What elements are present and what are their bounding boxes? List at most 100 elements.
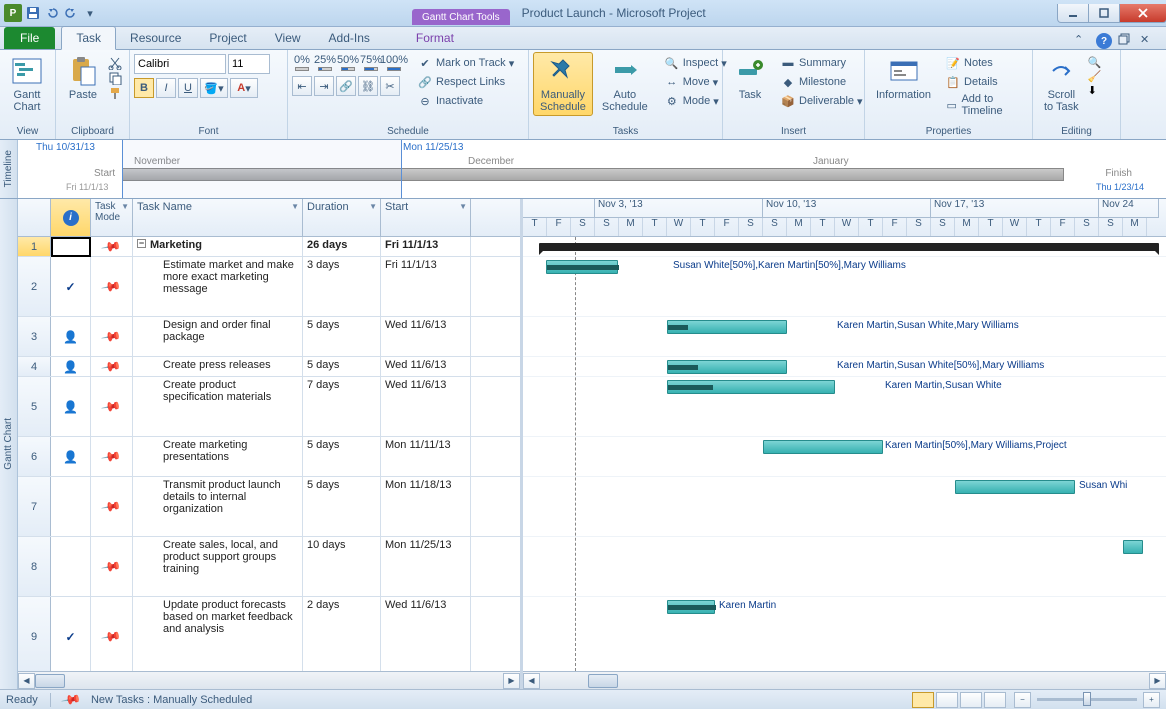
auto-schedule-button[interactable]: Auto Schedule: [595, 52, 655, 116]
fill-icon[interactable]: ⬇: [1088, 84, 1102, 97]
zoom-slider[interactable]: [1037, 698, 1137, 701]
details-button[interactable]: 📋Details: [942, 73, 1028, 91]
duration-cell[interactable]: 2 days: [303, 597, 381, 671]
zoom-out-button[interactable]: −: [1014, 692, 1031, 708]
collapse-icon[interactable]: −: [137, 239, 146, 248]
pct-50-button[interactable]: 50%: [338, 54, 358, 72]
deliverable-button[interactable]: 📦Deliverable ▾: [777, 92, 866, 110]
qat-dropdown-icon[interactable]: ▾: [82, 5, 98, 21]
name-cell[interactable]: Estimate market and make more exact mark…: [133, 257, 303, 316]
duration-cell[interactable]: 5 days: [303, 477, 381, 536]
insert-task-button[interactable]: Task: [727, 52, 773, 104]
close-button[interactable]: [1119, 4, 1166, 23]
minimize-button[interactable]: [1057, 4, 1089, 23]
task-bar[interactable]: [667, 380, 835, 394]
start-cell[interactable]: Wed 11/6/13: [381, 377, 471, 436]
name-column-header[interactable]: Task Name▼: [133, 199, 303, 236]
mark-on-track-button[interactable]: ✔Mark on Track ▾: [414, 54, 517, 72]
app-icon[interactable]: P: [4, 4, 22, 22]
row-number[interactable]: 3: [18, 317, 51, 356]
scroll-right-button[interactable]: ▶: [1149, 673, 1166, 689]
mode-cell[interactable]: 📌: [91, 597, 133, 671]
mode-cell[interactable]: 📌: [91, 357, 133, 376]
maximize-button[interactable]: [1088, 4, 1120, 23]
summary-button[interactable]: ▬Summary: [777, 54, 866, 72]
cut-icon[interactable]: [108, 56, 122, 70]
name-cell[interactable]: Transmit product launch details to inter…: [133, 477, 303, 536]
duration-cell[interactable]: 3 days: [303, 257, 381, 316]
duration-cell[interactable]: 7 days: [303, 377, 381, 436]
undo-icon[interactable]: [44, 5, 60, 21]
view-usage-button[interactable]: [936, 692, 958, 708]
row-number[interactable]: 5: [18, 377, 51, 436]
grid-row[interactable]: 3👤📌Design and order final package5 daysW…: [18, 317, 520, 357]
tab-view[interactable]: View: [261, 27, 315, 49]
timeline-view[interactable]: Thu 10/31/13 Mon 11/25/13 November Decem…: [18, 140, 1166, 198]
zoom-thumb[interactable]: [1083, 692, 1091, 706]
grid-row[interactable]: 7📌Transmit product launch details to int…: [18, 477, 520, 537]
scroll-left-button[interactable]: ◀: [523, 673, 540, 689]
name-cell[interactable]: −Marketing: [133, 237, 303, 256]
task-bar[interactable]: [667, 360, 787, 374]
task-bar[interactable]: [955, 480, 1075, 494]
duration-cell[interactable]: 26 days: [303, 237, 381, 256]
row-number[interactable]: 8: [18, 537, 51, 596]
select-all-cell[interactable]: [18, 199, 51, 236]
start-cell[interactable]: Mon 11/18/13: [381, 477, 471, 536]
grid-row[interactable]: 1📌−Marketing26 daysFri 11/1/13: [18, 237, 520, 257]
manually-schedule-button[interactable]: Manually Schedule: [533, 52, 593, 116]
grid-row[interactable]: 5👤📌Create product specification material…: [18, 377, 520, 437]
paste-button[interactable]: Paste: [60, 52, 106, 104]
mode-cell[interactable]: 📌: [91, 257, 133, 316]
font-face-select[interactable]: [134, 54, 226, 74]
inspect-button[interactable]: 🔍Inspect ▾: [661, 54, 730, 72]
mode-cell[interactable]: 📌: [91, 237, 133, 256]
row-number[interactable]: 1: [18, 237, 51, 256]
link-button[interactable]: 🔗: [336, 76, 356, 96]
pct-0-button[interactable]: 0%: [292, 54, 312, 72]
view-team-button[interactable]: [960, 692, 982, 708]
start-column-header[interactable]: Start▼: [381, 199, 471, 236]
mode-cell[interactable]: 📌: [91, 477, 133, 536]
info-cell[interactable]: 👤: [51, 437, 91, 476]
row-number[interactable]: 6: [18, 437, 51, 476]
outdent-button[interactable]: ⇤: [292, 76, 312, 96]
minimize-ribbon-icon[interactable]: ⌃: [1074, 33, 1090, 49]
move-button[interactable]: ↔Move ▾: [661, 73, 730, 91]
info-cell[interactable]: 👤: [51, 317, 91, 356]
view-resource-button[interactable]: [984, 692, 1006, 708]
grid-row[interactable]: 6👤📌Create marketing presentations5 daysM…: [18, 437, 520, 477]
mode-cell[interactable]: 📌: [91, 537, 133, 596]
scroll-thumb[interactable]: [35, 674, 65, 688]
inactivate-button[interactable]: ⊖Inactivate: [414, 92, 517, 110]
info-cell[interactable]: ✓: [51, 597, 91, 671]
gantt-chart-button[interactable]: Gantt Chart: [4, 52, 50, 116]
mode-column-header[interactable]: Task Mode▼: [91, 199, 133, 236]
gantt-pane-handle[interactable]: Gantt Chart: [0, 199, 18, 689]
file-tab[interactable]: File: [4, 27, 55, 49]
tab-resource[interactable]: Resource: [116, 27, 195, 49]
view-gantt-button[interactable]: [912, 692, 934, 708]
info-cell[interactable]: 👤: [51, 377, 91, 436]
pct-25-button[interactable]: 25%: [315, 54, 335, 72]
task-bar[interactable]: [667, 600, 715, 614]
task-bar[interactable]: [1123, 540, 1143, 554]
start-cell[interactable]: Mon 11/11/13: [381, 437, 471, 476]
bold-button[interactable]: B: [134, 78, 154, 98]
duration-cell[interactable]: 5 days: [303, 437, 381, 476]
grid-row[interactable]: 9✓📌Update product forecasts based on mar…: [18, 597, 520, 671]
duration-cell[interactable]: 10 days: [303, 537, 381, 596]
name-cell[interactable]: Design and order final package: [133, 317, 303, 356]
underline-button[interactable]: U: [178, 78, 198, 98]
summary-bar[interactable]: [539, 243, 1159, 251]
timeline-pane-handle[interactable]: Timeline: [0, 140, 18, 198]
duration-column-header[interactable]: Duration▼: [303, 199, 381, 236]
gantt-body[interactable]: Susan White[50%],Karen Martin[50%],Mary …: [523, 237, 1166, 671]
save-icon[interactable]: [25, 5, 41, 21]
start-cell[interactable]: Wed 11/6/13: [381, 317, 471, 356]
tab-addins[interactable]: Add-Ins: [315, 27, 384, 49]
grid-row[interactable]: 2✓📌Estimate market and make more exact m…: [18, 257, 520, 317]
start-cell[interactable]: Mon 11/25/13: [381, 537, 471, 596]
info-cell[interactable]: ✓: [51, 257, 91, 316]
task-bar[interactable]: [546, 260, 618, 274]
